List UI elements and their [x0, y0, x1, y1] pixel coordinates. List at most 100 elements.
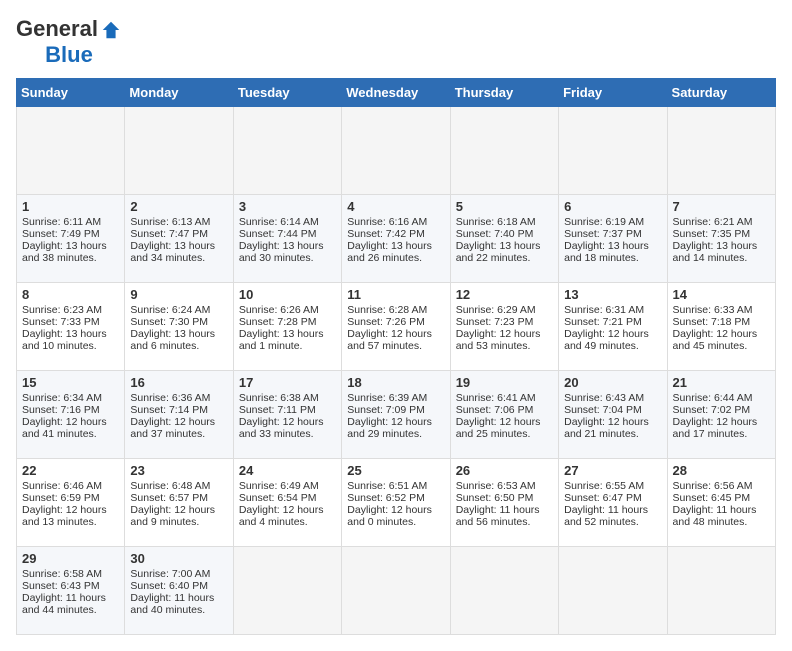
day-number: 6: [564, 199, 661, 214]
calendar-cell: 8Sunrise: 6:23 AMSunset: 7:33 PMDaylight…: [17, 283, 125, 371]
calendar-cell: 3Sunrise: 6:14 AMSunset: 7:44 PMDaylight…: [233, 195, 341, 283]
column-header-monday: Monday: [125, 79, 233, 107]
page-header: GeneralBlue: [16, 16, 776, 68]
calendar-cell: 15Sunrise: 6:34 AMSunset: 7:16 PMDayligh…: [17, 371, 125, 459]
sunrise-text: Sunrise: 6:19 AM: [564, 216, 661, 228]
daylight-minutes: and 45 minutes.: [673, 340, 770, 352]
column-header-wednesday: Wednesday: [342, 79, 450, 107]
calendar-week-row: 8Sunrise: 6:23 AMSunset: 7:33 PMDaylight…: [17, 283, 776, 371]
daylight-text: Daylight: 12 hours: [456, 416, 553, 428]
sunrise-text: Sunrise: 6:46 AM: [22, 480, 119, 492]
day-number: 28: [673, 463, 770, 478]
sunrise-text: Sunrise: 6:55 AM: [564, 480, 661, 492]
sunrise-text: Sunrise: 6:11 AM: [22, 216, 119, 228]
calendar-cell: 28Sunrise: 6:56 AMSunset: 6:45 PMDayligh…: [667, 459, 775, 547]
sunrise-text: Sunrise: 6:34 AM: [22, 392, 119, 404]
day-number: 20: [564, 375, 661, 390]
day-number: 9: [130, 287, 227, 302]
sunset-text: Sunset: 7:16 PM: [22, 404, 119, 416]
day-number: 23: [130, 463, 227, 478]
calendar-cell: 17Sunrise: 6:38 AMSunset: 7:11 PMDayligh…: [233, 371, 341, 459]
daylight-minutes: and 22 minutes.: [456, 252, 553, 264]
calendar-cell: 12Sunrise: 6:29 AMSunset: 7:23 PMDayligh…: [450, 283, 558, 371]
daylight-minutes: and 41 minutes.: [22, 428, 119, 440]
sunset-text: Sunset: 6:47 PM: [564, 492, 661, 504]
sunset-text: Sunset: 7:47 PM: [130, 228, 227, 240]
calendar-cell: 25Sunrise: 6:51 AMSunset: 6:52 PMDayligh…: [342, 459, 450, 547]
day-number: 4: [347, 199, 444, 214]
sunset-text: Sunset: 7:42 PM: [347, 228, 444, 240]
day-number: 18: [347, 375, 444, 390]
calendar-header-row: SundayMondayTuesdayWednesdayThursdayFrid…: [17, 79, 776, 107]
daylight-minutes: and 14 minutes.: [673, 252, 770, 264]
column-header-saturday: Saturday: [667, 79, 775, 107]
daylight-minutes: and 37 minutes.: [130, 428, 227, 440]
sunset-text: Sunset: 6:45 PM: [673, 492, 770, 504]
calendar-cell: 1Sunrise: 6:11 AMSunset: 7:49 PMDaylight…: [17, 195, 125, 283]
sunrise-text: Sunrise: 6:23 AM: [22, 304, 119, 316]
calendar-cell: [342, 107, 450, 195]
calendar-cell: 29Sunrise: 6:58 AMSunset: 6:43 PMDayligh…: [17, 547, 125, 635]
calendar-cell: 4Sunrise: 6:16 AMSunset: 7:42 PMDaylight…: [342, 195, 450, 283]
sunset-text: Sunset: 7:35 PM: [673, 228, 770, 240]
day-number: 1: [22, 199, 119, 214]
daylight-minutes: and 26 minutes.: [347, 252, 444, 264]
daylight-minutes: and 48 minutes.: [673, 516, 770, 528]
calendar-cell: 30Sunrise: 7:00 AMSunset: 6:40 PMDayligh…: [125, 547, 233, 635]
day-number: 29: [22, 551, 119, 566]
day-number: 2: [130, 199, 227, 214]
day-number: 14: [673, 287, 770, 302]
day-number: 5: [456, 199, 553, 214]
day-number: 10: [239, 287, 336, 302]
sunset-text: Sunset: 6:43 PM: [22, 580, 119, 592]
daylight-text: Daylight: 13 hours: [673, 240, 770, 252]
logo-icon: [100, 19, 122, 41]
calendar-cell: 23Sunrise: 6:48 AMSunset: 6:57 PMDayligh…: [125, 459, 233, 547]
daylight-minutes: and 56 minutes.: [456, 516, 553, 528]
calendar-cell: 20Sunrise: 6:43 AMSunset: 7:04 PMDayligh…: [559, 371, 667, 459]
day-number: 30: [130, 551, 227, 566]
sunrise-text: Sunrise: 6:53 AM: [456, 480, 553, 492]
daylight-text: Daylight: 13 hours: [130, 328, 227, 340]
daylight-minutes: and 49 minutes.: [564, 340, 661, 352]
calendar-week-row: 29Sunrise: 6:58 AMSunset: 6:43 PMDayligh…: [17, 547, 776, 635]
sunset-text: Sunset: 7:28 PM: [239, 316, 336, 328]
daylight-text: Daylight: 12 hours: [22, 416, 119, 428]
sunrise-text: Sunrise: 6:43 AM: [564, 392, 661, 404]
daylight-text: Daylight: 12 hours: [239, 416, 336, 428]
column-header-sunday: Sunday: [17, 79, 125, 107]
daylight-minutes: and 9 minutes.: [130, 516, 227, 528]
calendar-cell: 22Sunrise: 6:46 AMSunset: 6:59 PMDayligh…: [17, 459, 125, 547]
sunset-text: Sunset: 7:26 PM: [347, 316, 444, 328]
sunset-text: Sunset: 7:09 PM: [347, 404, 444, 416]
daylight-minutes: and 53 minutes.: [456, 340, 553, 352]
calendar-table: SundayMondayTuesdayWednesdayThursdayFrid…: [16, 78, 776, 635]
column-header-friday: Friday: [559, 79, 667, 107]
sunset-text: Sunset: 7:02 PM: [673, 404, 770, 416]
daylight-text: Daylight: 13 hours: [456, 240, 553, 252]
calendar-cell: [125, 107, 233, 195]
day-number: 11: [347, 287, 444, 302]
daylight-text: Daylight: 11 hours: [673, 504, 770, 516]
sunrise-text: Sunrise: 6:48 AM: [130, 480, 227, 492]
calendar-cell: 9Sunrise: 6:24 AMSunset: 7:30 PMDaylight…: [125, 283, 233, 371]
calendar-cell: [559, 107, 667, 195]
sunrise-text: Sunrise: 6:28 AM: [347, 304, 444, 316]
calendar-cell: 7Sunrise: 6:21 AMSunset: 7:35 PMDaylight…: [667, 195, 775, 283]
calendar-cell: 5Sunrise: 6:18 AMSunset: 7:40 PMDaylight…: [450, 195, 558, 283]
daylight-text: Daylight: 12 hours: [130, 504, 227, 516]
daylight-text: Daylight: 12 hours: [673, 328, 770, 340]
daylight-text: Daylight: 12 hours: [347, 504, 444, 516]
daylight-text: Daylight: 13 hours: [22, 240, 119, 252]
day-number: 3: [239, 199, 336, 214]
day-number: 16: [130, 375, 227, 390]
sunrise-text: Sunrise: 6:49 AM: [239, 480, 336, 492]
calendar-cell: 16Sunrise: 6:36 AMSunset: 7:14 PMDayligh…: [125, 371, 233, 459]
sunrise-text: Sunrise: 6:24 AM: [130, 304, 227, 316]
sunset-text: Sunset: 7:33 PM: [22, 316, 119, 328]
sunrise-text: Sunrise: 6:18 AM: [456, 216, 553, 228]
calendar-cell: 2Sunrise: 6:13 AMSunset: 7:47 PMDaylight…: [125, 195, 233, 283]
logo-general-text: General: [16, 16, 98, 41]
day-number: 25: [347, 463, 444, 478]
daylight-minutes: and 6 minutes.: [130, 340, 227, 352]
